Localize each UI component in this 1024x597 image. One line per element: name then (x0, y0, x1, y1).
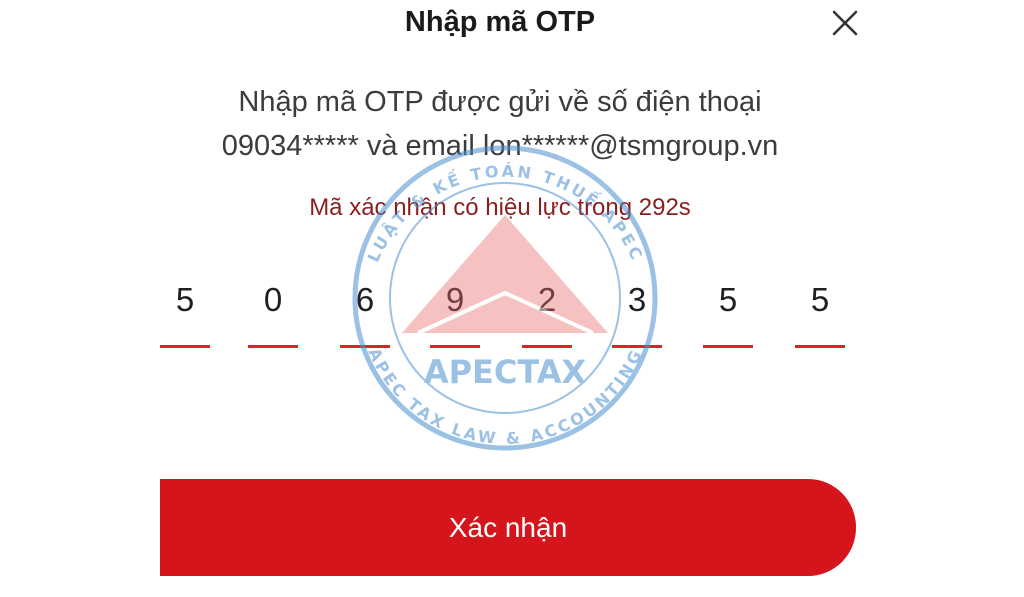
otp-digit-value: 3 (627, 281, 647, 318)
otp-digit-3[interactable]: 6 (340, 272, 390, 352)
description-line-1: Nhập mã OTP được gửi về số điện thoại (238, 86, 762, 118)
otp-digit-2[interactable]: 0 (248, 272, 298, 352)
close-icon (832, 10, 858, 36)
otp-digit-4[interactable]: 9 (430, 272, 480, 352)
otp-underline (703, 345, 753, 348)
otp-underline (160, 345, 210, 348)
otp-dialog: Nhập mã OTP Nhập mã OTP được gửi về số đ… (0, 0, 1024, 597)
otp-digit-value: 9 (445, 281, 465, 318)
otp-digit-5[interactable]: 2 (522, 272, 572, 352)
otp-digit-value: 6 (355, 281, 375, 318)
validity-countdown: Mã xác nhận có hiệu lực trong 292s (309, 194, 691, 221)
otp-underline (340, 345, 390, 348)
otp-digit-value: 5 (718, 281, 738, 318)
otp-digit-6[interactable]: 3 (612, 272, 662, 352)
otp-digit-value: 5 (810, 281, 830, 318)
close-button[interactable] (826, 4, 864, 42)
otp-digit-1[interactable]: 5 (160, 272, 210, 352)
otp-digit-value: 2 (537, 281, 557, 318)
otp-digit-value: 5 (175, 281, 195, 318)
otp-underline (430, 345, 480, 348)
otp-digit-value: 0 (263, 281, 283, 318)
confirm-button-label: Xác nhận (448, 511, 568, 543)
otp-digit-7[interactable]: 5 (703, 272, 753, 352)
otp-digit-8[interactable]: 5 (795, 272, 845, 352)
otp-underline (522, 345, 572, 348)
otp-underline (612, 345, 662, 348)
otp-underline (795, 345, 845, 348)
confirm-button[interactable]: Xác nhận (160, 479, 856, 576)
otp-description: Nhập mã OTP được gửi về số điện thoại 09… (150, 80, 850, 168)
description-line-2: 09034***** và email lon******@tsmgroup.v… (221, 130, 779, 162)
otp-underline (248, 345, 298, 348)
otp-input-group: 5 0 6 9 2 3 5 5 (160, 272, 860, 362)
